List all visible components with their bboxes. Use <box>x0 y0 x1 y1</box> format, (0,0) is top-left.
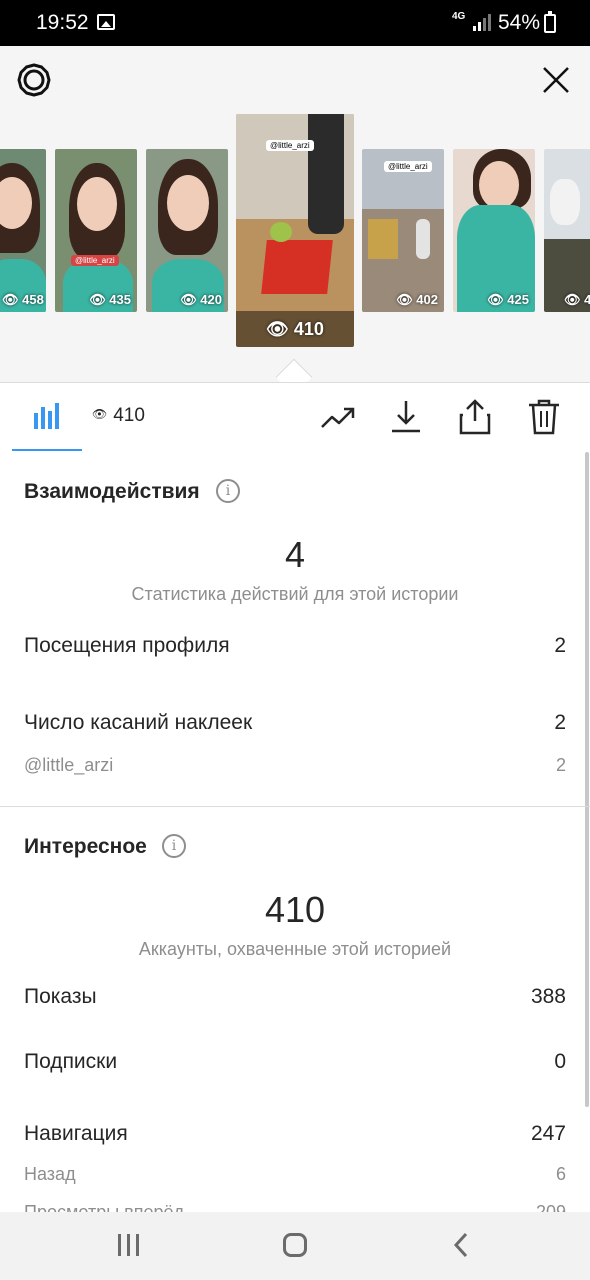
story-header: 👁︎ 458 @little_arzi 👁︎ 435 👁︎ 420 @littl… <box>0 46 590 382</box>
system-nav-bar <box>0 1212 590 1280</box>
status-time: 19:52 <box>36 11 89 34</box>
eye-icon: 👁︎ <box>92 407 108 421</box>
close-icon[interactable] <box>538 62 574 98</box>
download-icon[interactable] <box>386 397 426 437</box>
story-view-count: 👁︎ 425 <box>487 292 529 307</box>
mention-sticker-value: 2 <box>555 755 566 775</box>
follows-value: 0 <box>554 1050 566 1073</box>
battery-icon <box>544 11 556 33</box>
info-icon[interactable]: i <box>216 479 240 503</box>
story-mention-tag: @little_arzi <box>384 161 432 172</box>
gear-icon[interactable] <box>16 62 52 98</box>
status-bar: 19:52 4G 54% <box>0 0 590 46</box>
mention-sticker-label: @little_arzi <box>24 755 114 775</box>
back-value: 6 <box>555 1164 566 1184</box>
info-icon[interactable]: i <box>162 834 186 858</box>
tab-viewers[interactable]: 👁︎ 410 <box>92 405 145 427</box>
recents-icon[interactable] <box>118 1234 142 1256</box>
interactions-total: 4 <box>284 534 306 575</box>
discovery-caption: Аккаунты, охваченные этой историей <box>138 939 452 959</box>
sticker-taps-value: 2 <box>554 711 566 734</box>
follows-label: Подписки <box>24 1050 118 1073</box>
story-view-count: 👁︎ 410 <box>236 311 354 347</box>
share-icon[interactable] <box>455 397 495 437</box>
section-divider <box>0 806 590 807</box>
viewer-count: 410 <box>113 405 145 426</box>
profile-visits-value: 2 <box>554 634 566 657</box>
story-thumbnail[interactable]: 👁︎ 425 <box>453 149 535 312</box>
network-type: 4G <box>452 11 466 22</box>
trending-icon[interactable] <box>318 397 358 437</box>
trash-icon[interactable] <box>524 397 564 437</box>
story-thumbnail-selected[interactable]: @little_arzi 👁︎ 410 <box>236 114 354 347</box>
story-thumbnail[interactable]: @little_arzi 👁︎ 402 <box>362 149 444 312</box>
discovery-title: Интересное <box>24 835 147 858</box>
insights-content[interactable]: Взаимодействия i 4 Статистика действий д… <box>0 452 590 1212</box>
sticker-taps-label: Число касаний наклеек <box>24 711 253 734</box>
story-view-count: 👁︎ 420 <box>180 292 222 307</box>
story-view-count: 👁︎ 402 <box>396 292 438 307</box>
tab-insights[interactable] <box>12 383 82 451</box>
story-mention-tag: @little_arzi <box>71 255 119 266</box>
impressions-value: 388 <box>530 985 566 1008</box>
navigation-label: Навигация <box>24 1122 128 1145</box>
home-icon[interactable] <box>283 1233 307 1257</box>
bar-chart-icon <box>34 403 59 429</box>
navigation-value: 247 <box>530 1122 566 1145</box>
battery-percent: 54% <box>498 11 541 34</box>
forward-value: 209 <box>535 1202 566 1212</box>
story-thumbnail[interactable]: @little_arzi 👁︎ 435 <box>55 149 137 312</box>
back-label: Назад <box>24 1164 76 1184</box>
profile-visits-label: Посещения профиля <box>24 634 230 657</box>
story-thumbnail[interactable]: 👁︎ 458 <box>0 149 46 312</box>
signal-icon <box>473 14 491 31</box>
discovery-total: 410 <box>264 889 326 930</box>
story-view-count: 👁︎ 4 <box>564 292 590 307</box>
story-thumbnail[interactable]: 👁︎ 420 <box>146 149 228 312</box>
gallery-notification-icon <box>97 14 115 30</box>
forward-label: Просмотры вперёд <box>24 1202 184 1212</box>
impressions-label: Показы <box>24 985 97 1008</box>
story-view-count: 👁︎ 458 <box>2 292 44 307</box>
back-icon[interactable] <box>448 1230 474 1260</box>
story-view-count: 👁︎ 435 <box>89 292 131 307</box>
story-mention-tag: @little_arzi <box>266 140 314 151</box>
insights-toolbar: 👁︎ 410 <box>0 382 590 452</box>
interactions-title: Взаимодействия <box>24 480 200 503</box>
interactions-caption: Статистика действий для этой истории <box>131 584 459 604</box>
story-thumbnail[interactable]: 👁︎ 4 <box>544 149 590 312</box>
